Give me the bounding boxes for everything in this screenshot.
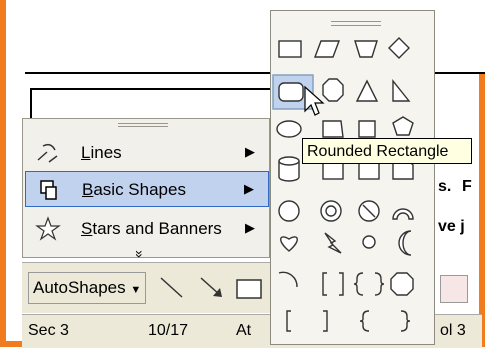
menu-item-lines[interactable]: Lines ▶	[25, 135, 269, 171]
double-bracket-shape-icon	[322, 272, 344, 296]
right-bracket-shape-icon	[323, 310, 328, 332]
lightning-bolt-shape-icon	[324, 232, 342, 254]
doc-fragment-2: F	[462, 178, 472, 195]
smiley-face-shape-icon	[278, 200, 300, 222]
triangle-shape-icon	[355, 79, 379, 102]
left-brace-shape-icon	[359, 310, 370, 332]
doc-fragment-3: ve j	[438, 218, 465, 235]
menu-item-label: Stars and Banners	[81, 219, 222, 238]
block-arc-shape-icon	[392, 208, 414, 220]
hexagon-shape-icon	[322, 120, 344, 138]
insert-picture-icon[interactable]	[440, 275, 468, 303]
basic-shapes-icon	[40, 180, 57, 200]
status-section: Sec 3	[28, 322, 69, 339]
document-box	[30, 88, 284, 120]
moon-shape-icon	[398, 230, 412, 256]
menu-grip[interactable]	[118, 123, 168, 124]
autoshapes-menu: Lines ▶ Basic Shapes ▶ Stars and Banners…	[22, 118, 270, 258]
right-brace-shape-icon	[400, 310, 411, 332]
line-tool-icon[interactable]	[158, 275, 188, 301]
oval-shape-icon	[276, 120, 302, 138]
arrow-tool-icon[interactable]	[198, 275, 228, 301]
menu-grip-line	[118, 126, 168, 127]
expand-menu-chevron-icon[interactable]: »	[132, 250, 148, 258]
menu-item-label: Basic Shapes	[82, 180, 186, 199]
double-brace-shape-icon	[353, 272, 385, 296]
menu-item-basic-shapes[interactable]: Basic Shapes ▶	[25, 171, 269, 207]
right-triangle-shape-icon	[392, 79, 411, 102]
left-bracket-shape-icon	[286, 310, 291, 332]
basic-shapes-palette	[270, 10, 435, 345]
plaque-shape-icon	[390, 272, 414, 296]
diamond-shape-icon	[388, 37, 410, 59]
rectangle-tool-icon[interactable]	[235, 278, 265, 300]
status-at: At	[236, 322, 252, 339]
parallelogram-shape-icon	[313, 40, 341, 58]
pentagon-shape-icon	[392, 116, 414, 136]
submenu-arrow-icon: ▶	[244, 181, 254, 196]
autoshapes-label: AutoShapes	[33, 278, 126, 297]
doc-fragment-1: s.	[438, 178, 452, 195]
rounded-rectangle-shape-icon	[278, 82, 304, 102]
mouse-cursor-icon	[304, 85, 325, 116]
status-column: ol 3	[440, 322, 466, 339]
shape-tooltip: Rounded Rectangle	[302, 138, 472, 164]
stars-banners-icon	[35, 216, 61, 241]
trapezoid-shape-icon	[354, 40, 378, 58]
octagon-shape-icon	[322, 78, 344, 102]
arc-shape-icon	[278, 271, 298, 288]
submenu-arrow-icon: ▶	[245, 144, 255, 159]
cross-shape-icon	[358, 120, 376, 138]
menu-item-label: Lines	[81, 143, 122, 162]
autoshapes-button[interactable]: AutoShapes ▼	[28, 272, 147, 304]
lines-icon	[37, 143, 58, 163]
status-page: 10/17	[148, 322, 189, 339]
menu-item-stars-and-banners[interactable]: Stars and Banners ▶	[25, 211, 269, 247]
sun-shape-icon	[362, 235, 376, 249]
shapes-grid	[272, 37, 414, 332]
rectangle-shape-icon	[278, 40, 302, 58]
dropdown-arrow-icon: ▼	[130, 284, 142, 296]
submenu-arrow-icon: ▶	[245, 220, 255, 235]
heart-shape-icon	[280, 236, 298, 252]
